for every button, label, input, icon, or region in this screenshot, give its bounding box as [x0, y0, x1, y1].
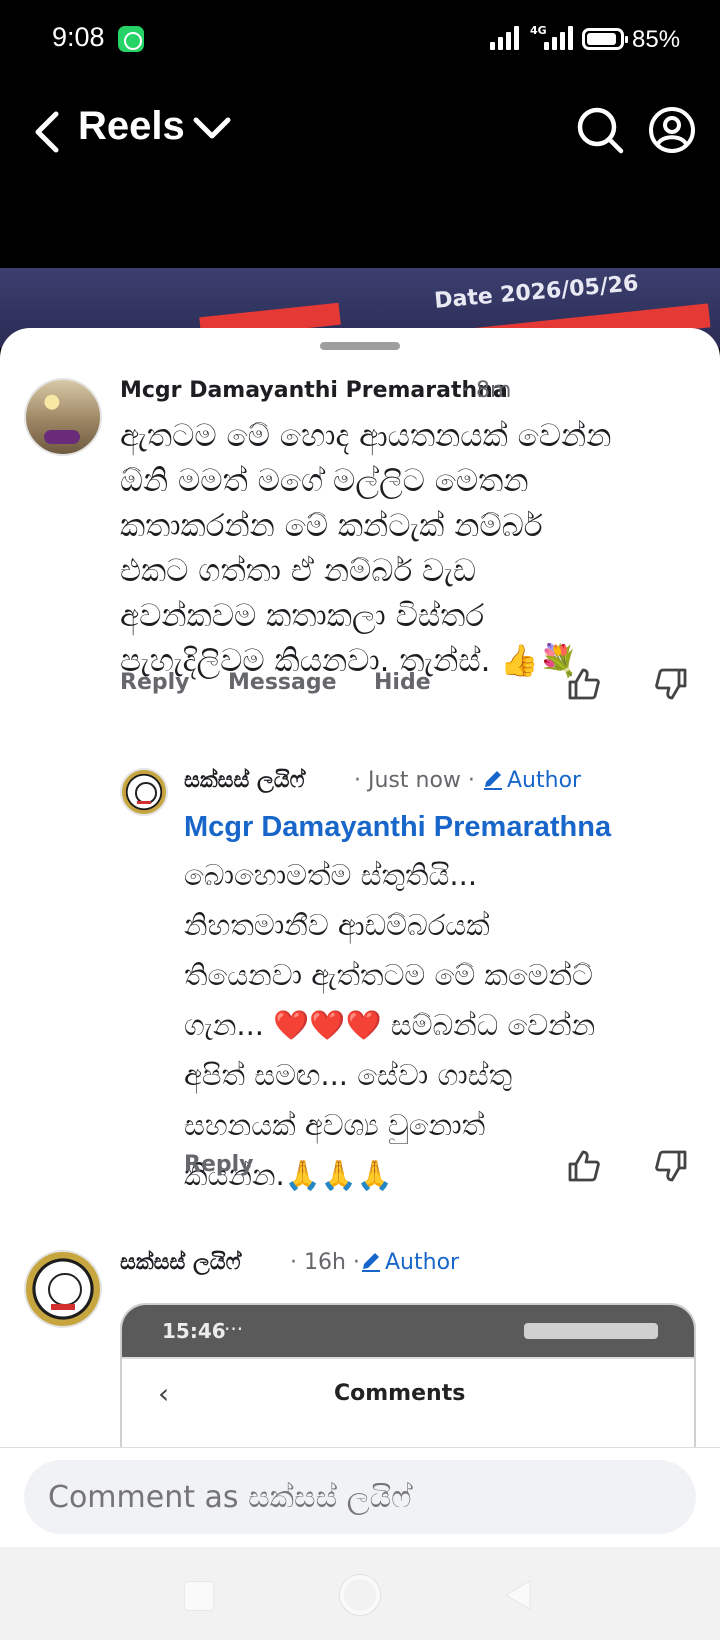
like-icon[interactable] — [566, 1148, 602, 1184]
comment-line: සහනයක් අවශ්‍ය වුනොත් — [184, 1108, 486, 1142]
avatar[interactable] — [120, 768, 168, 816]
avatar[interactable] — [24, 1250, 102, 1328]
back-icon[interactable] — [30, 110, 70, 154]
dislike-icon[interactable] — [653, 666, 689, 702]
system-nav-bar — [0, 1547, 720, 1640]
pencil-icon — [362, 1253, 380, 1272]
comment-line: කතාකරන්න මේ කන්ටැක් නම්බර් — [120, 508, 543, 544]
comment-line: ගැන... ❤️❤️❤️ සම්බන්ධ වෙන්න — [184, 1008, 596, 1042]
chevron-down-icon[interactable] — [192, 114, 232, 144]
home-icon[interactable] — [340, 1575, 380, 1615]
comment-author[interactable]: සක්සස් ලයිෆ් — [120, 1250, 240, 1275]
avatar[interactable] — [24, 378, 102, 456]
search-icon[interactable] — [576, 106, 624, 154]
comment-time: · 16h · — [290, 1250, 360, 1275]
sheet-drag-handle[interactable] — [320, 342, 400, 350]
reply-button[interactable]: Reply — [184, 1152, 254, 1177]
message-button[interactable]: Message — [228, 670, 337, 695]
status-bar: 9:08 4G 85% — [0, 0, 720, 80]
video-date-text: Date 2026/05/26 — [433, 271, 640, 314]
image-time: 15:46 — [162, 1319, 226, 1343]
image-system-icons — [524, 1323, 658, 1339]
recent-apps-icon[interactable] — [184, 1581, 214, 1611]
image-back-icon: ‹ — [158, 1377, 170, 1410]
status-time: 9:08 — [52, 22, 105, 52]
signal-icon — [490, 26, 519, 50]
image-title: Comments — [334, 1381, 466, 1406]
comment-line: තියෙනවා ඇත්තටම මේ කමෙන්ට් — [184, 958, 593, 992]
image-dots: ··· — [224, 1317, 244, 1341]
nav-back-icon[interactable] — [502, 1579, 534, 1611]
comment-line: අවන්කවම කතාකලා විස්තර — [120, 598, 485, 634]
comment-line: බොහොමත්ම ස්තුතියි... — [184, 858, 478, 892]
comment-line: ඇතටම මේ හොද ආයතනයක් වෙන්න — [120, 418, 612, 454]
battery-percent: 85% — [632, 26, 681, 53]
dislike-icon[interactable] — [653, 1148, 689, 1184]
comment-time: · 8m — [462, 378, 512, 403]
comment-text: ඇතටම මේ හොද ආයතනයක් වෙන්න ඕනි මමත් මගේ ම… — [120, 414, 700, 684]
page-title[interactable]: Reels — [78, 104, 185, 149]
author-badge: Author — [360, 1250, 459, 1275]
comment-line: අපිත් සමඟ... සේවා ගාස්තු — [184, 1058, 513, 1092]
comments-sheet: Mcgr Damayanthi Premarathna · 8m ඇතටම මේ… — [0, 328, 720, 1640]
comment-line: නිහතමානීව ආඩම්බරයක් — [184, 908, 490, 942]
battery-icon — [582, 28, 628, 50]
like-icon[interactable] — [566, 666, 602, 702]
signal-icon-2 — [544, 26, 573, 50]
comment-author[interactable]: Mcgr Damayanthi Premarathna — [120, 378, 508, 403]
comment-line: කියන්න.🙏🙏🙏 — [184, 1158, 394, 1192]
comment-line: ඕනි මමත් මගේ මල්ලිට මෙතන — [120, 463, 529, 499]
comment-composer — [0, 1447, 720, 1547]
comment-line: එකට ගත්තා ඒ නම්බර් වැඩ — [120, 553, 476, 589]
whatsapp-icon — [118, 26, 144, 52]
reply-button[interactable]: Reply — [120, 670, 190, 695]
mention-link[interactable]: Mcgr Damayanthi Premarathna — [184, 804, 694, 850]
profile-icon[interactable] — [648, 106, 696, 154]
comment-text: Mcgr Damayanthi Premarathna බොහොමත්ම ස්ත… — [184, 778, 694, 1200]
author-badge-label: Author — [385, 1250, 460, 1275]
hide-button[interactable]: Hide — [374, 670, 431, 695]
comment-input[interactable] — [24, 1460, 696, 1534]
reels-header: Reels — [0, 80, 720, 260]
